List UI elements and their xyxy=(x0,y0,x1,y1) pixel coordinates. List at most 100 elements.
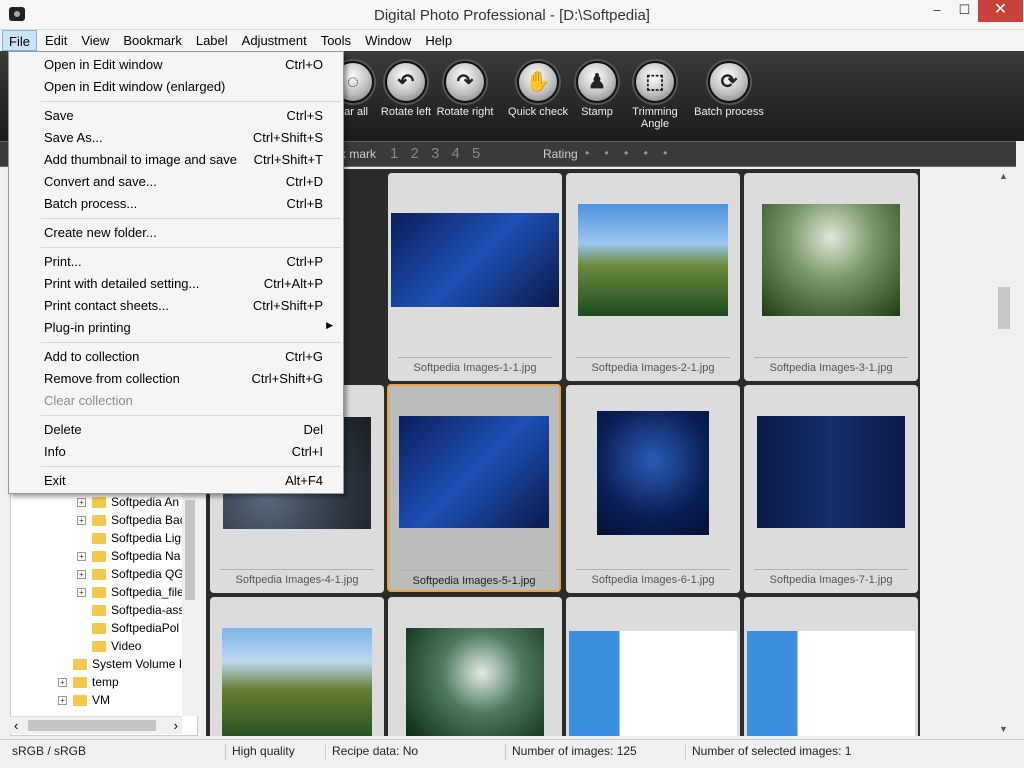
scroll-down-icon[interactable]: ▼ xyxy=(999,724,1008,734)
minimize-button[interactable]: – xyxy=(923,0,951,22)
tree-item[interactable]: + Softpedia QG xyxy=(77,567,184,585)
menu-separator xyxy=(41,342,341,343)
menu-item-print-contact-sheets[interactable]: Print contact sheets... Ctrl+Shift+P xyxy=(11,295,341,315)
menu-item-add-collection[interactable]: Add to collection Ctrl+G xyxy=(11,346,341,366)
tree-vertical-scrollbar[interactable] xyxy=(182,490,198,716)
menu-tools[interactable]: Tools xyxy=(315,30,357,51)
expand-icon[interactable]: + xyxy=(77,498,86,508)
menu-bookmark[interactable]: Bookmark xyxy=(117,30,188,51)
tree-item[interactable]: Video xyxy=(92,639,141,657)
menu-label[interactable]: Label xyxy=(190,30,234,51)
menu-item-save-as[interactable]: Save As... Ctrl+Shift+S xyxy=(11,127,341,147)
scroll-right-icon[interactable]: › xyxy=(174,718,178,733)
menu-item-open-edit-enlarged[interactable]: Open in Edit window (enlarged) xyxy=(11,76,341,96)
status-bar: sRGB / sRGB High quality Recipe data: No… xyxy=(0,739,1024,762)
thumbnail-cell[interactable] xyxy=(566,597,740,736)
menu-view[interactable]: View xyxy=(75,30,115,51)
menu-item-convert-save[interactable]: Convert and save... Ctrl+D xyxy=(11,171,341,191)
folder-icon xyxy=(73,695,87,707)
thumbnail-cell[interactable] xyxy=(210,597,384,736)
tree-item[interactable]: SoftpediaPol xyxy=(92,621,179,639)
rotate-right-button[interactable]: ↷ Rotate right xyxy=(430,61,500,118)
expand-icon[interactable]: + xyxy=(77,588,86,598)
thumbnail-cell[interactable]: Softpedia Images-1-1.jpg xyxy=(388,173,562,381)
folder-icon xyxy=(73,659,87,671)
trimming-angle-button[interactable]: ⬚ Trimming Angle xyxy=(620,61,690,130)
folder-tree: + Softpedia An + Softpedia Bac Softpedia L… xyxy=(10,490,198,736)
rating-filter[interactable]: • • • • • xyxy=(585,146,673,160)
thumbnail-cell-selected[interactable]: Softpedia Images-5-1.jpg xyxy=(387,384,561,592)
menu-item-print-detailed[interactable]: Print with detailed setting... Ctrl+Alt+P xyxy=(11,273,341,293)
thumbnail-cell[interactable]: Softpedia Images-6-1.jpg xyxy=(566,385,740,593)
window-title: Digital Photo Professional - [D:\Softped… xyxy=(374,7,650,24)
menu-separator xyxy=(41,466,341,467)
menu-window[interactable]: Window xyxy=(359,30,417,51)
image-thumbnail xyxy=(578,204,728,316)
menu-item-create-folder[interactable]: Create new folder... xyxy=(11,222,341,242)
menu-item-plugin-printing[interactable]: Plug-in printing ▶ xyxy=(11,317,341,337)
tree-horizontal-scrollbar[interactable]: ‹ › xyxy=(10,716,182,734)
thumbnail-filename: Softpedia Images-4-1.jpg xyxy=(220,569,374,586)
toolbar-label: Stamp xyxy=(581,106,613,118)
tree-item[interactable]: Softpedia Lig xyxy=(92,531,181,549)
tree-item[interactable]: + Softpedia_file xyxy=(77,585,184,603)
thumbnail-filename: Softpedia Images-3-1.jpg xyxy=(754,357,908,374)
menu-adjustment[interactable]: Adjustment xyxy=(236,30,313,51)
thumbnail-cell[interactable]: Softpedia Images-3-1.jpg xyxy=(744,173,918,381)
thumbnail-cell[interactable] xyxy=(744,597,918,736)
scroll-up-icon[interactable]: ▲ xyxy=(999,171,1008,181)
folder-icon xyxy=(92,641,106,653)
expand-icon[interactable]: + xyxy=(77,570,86,580)
close-button[interactable]: ✕ xyxy=(978,0,1023,22)
scroll-thumb[interactable] xyxy=(185,500,195,600)
menu-item-batch-process[interactable]: Batch process... Ctrl+B xyxy=(11,193,341,213)
maximize-button[interactable]: ☐ xyxy=(951,0,978,22)
batch-process-button[interactable]: ⟳ Batch process xyxy=(694,61,764,118)
expand-icon[interactable]: + xyxy=(58,678,67,688)
toolbar-label: Batch process xyxy=(694,106,764,118)
menu-item-add-thumbnail[interactable]: Add thumbnail to image and save Ctrl+Shif… xyxy=(11,149,341,169)
folder-icon xyxy=(92,515,106,527)
menu-edit[interactable]: Edit xyxy=(39,30,73,51)
menu-separator xyxy=(41,101,341,102)
tree-item[interactable]: + VM xyxy=(58,693,110,711)
tree-item[interactable]: + Softpedia An xyxy=(77,495,179,513)
scroll-left-icon[interactable]: ‹ xyxy=(14,718,18,733)
folder-icon xyxy=(73,677,87,689)
color-space-status: sRGB / sRGB xyxy=(12,744,87,758)
menu-item-save[interactable]: Save Ctrl+S xyxy=(11,105,341,125)
menu-item-open-edit[interactable]: Open in Edit window Ctrl+O xyxy=(11,54,341,74)
image-thumbnail xyxy=(762,204,900,316)
menu-item-delete[interactable]: Delete Del xyxy=(11,419,341,439)
tree-item[interactable]: Softpedia-ass xyxy=(92,603,184,621)
menu-item-info[interactable]: Info Ctrl+I xyxy=(11,441,341,461)
thumbnail-cell[interactable] xyxy=(388,597,562,736)
recipe-status: Recipe data: No xyxy=(325,744,418,760)
file-menu-dropdown: Open in Edit window Ctrl+O Open in Edit w… xyxy=(8,51,344,494)
tree-item[interactable]: + Softpedia Bac xyxy=(77,513,186,531)
expand-icon[interactable]: + xyxy=(77,516,86,526)
folder-icon xyxy=(92,623,106,635)
scroll-thumb[interactable] xyxy=(28,720,156,731)
thumbnail-cell[interactable]: Softpedia Images-7-1.jpg xyxy=(744,385,918,593)
menu-item-clear-collection: Clear collection xyxy=(44,393,133,408)
folder-icon xyxy=(92,533,106,545)
grid-vertical-scrollbar[interactable]: ▲ ▼ xyxy=(996,169,1012,736)
image-thumbnail xyxy=(222,628,372,736)
menu-item-remove-collection[interactable]: Remove from collection Ctrl+Shift+G xyxy=(11,368,341,388)
submenu-arrow-icon: ▶ xyxy=(326,320,333,330)
thumbnail-cell[interactable]: Softpedia Images-2-1.jpg xyxy=(566,173,740,381)
expand-icon[interactable]: + xyxy=(77,552,86,562)
menu-file[interactable]: File xyxy=(2,30,37,51)
selected-count-status: Number of selected images: 1 xyxy=(685,744,851,760)
menu-help[interactable]: Help xyxy=(419,30,458,51)
expand-icon[interactable]: + xyxy=(58,696,67,706)
menu-item-exit[interactable]: Exit Alt+F4 xyxy=(11,470,341,490)
tree-item[interactable]: System Volume I xyxy=(73,657,182,675)
scroll-thumb[interactable] xyxy=(998,287,1010,329)
menu-item-print[interactable]: Print... Ctrl+P xyxy=(11,251,341,271)
tree-item[interactable]: + Softpedia Na xyxy=(77,549,180,567)
check-mark-filter[interactable]: 1 2 3 4 5 xyxy=(390,145,484,162)
rotate-left-icon: ↶ xyxy=(385,61,427,103)
tree-item[interactable]: + temp xyxy=(58,675,119,693)
